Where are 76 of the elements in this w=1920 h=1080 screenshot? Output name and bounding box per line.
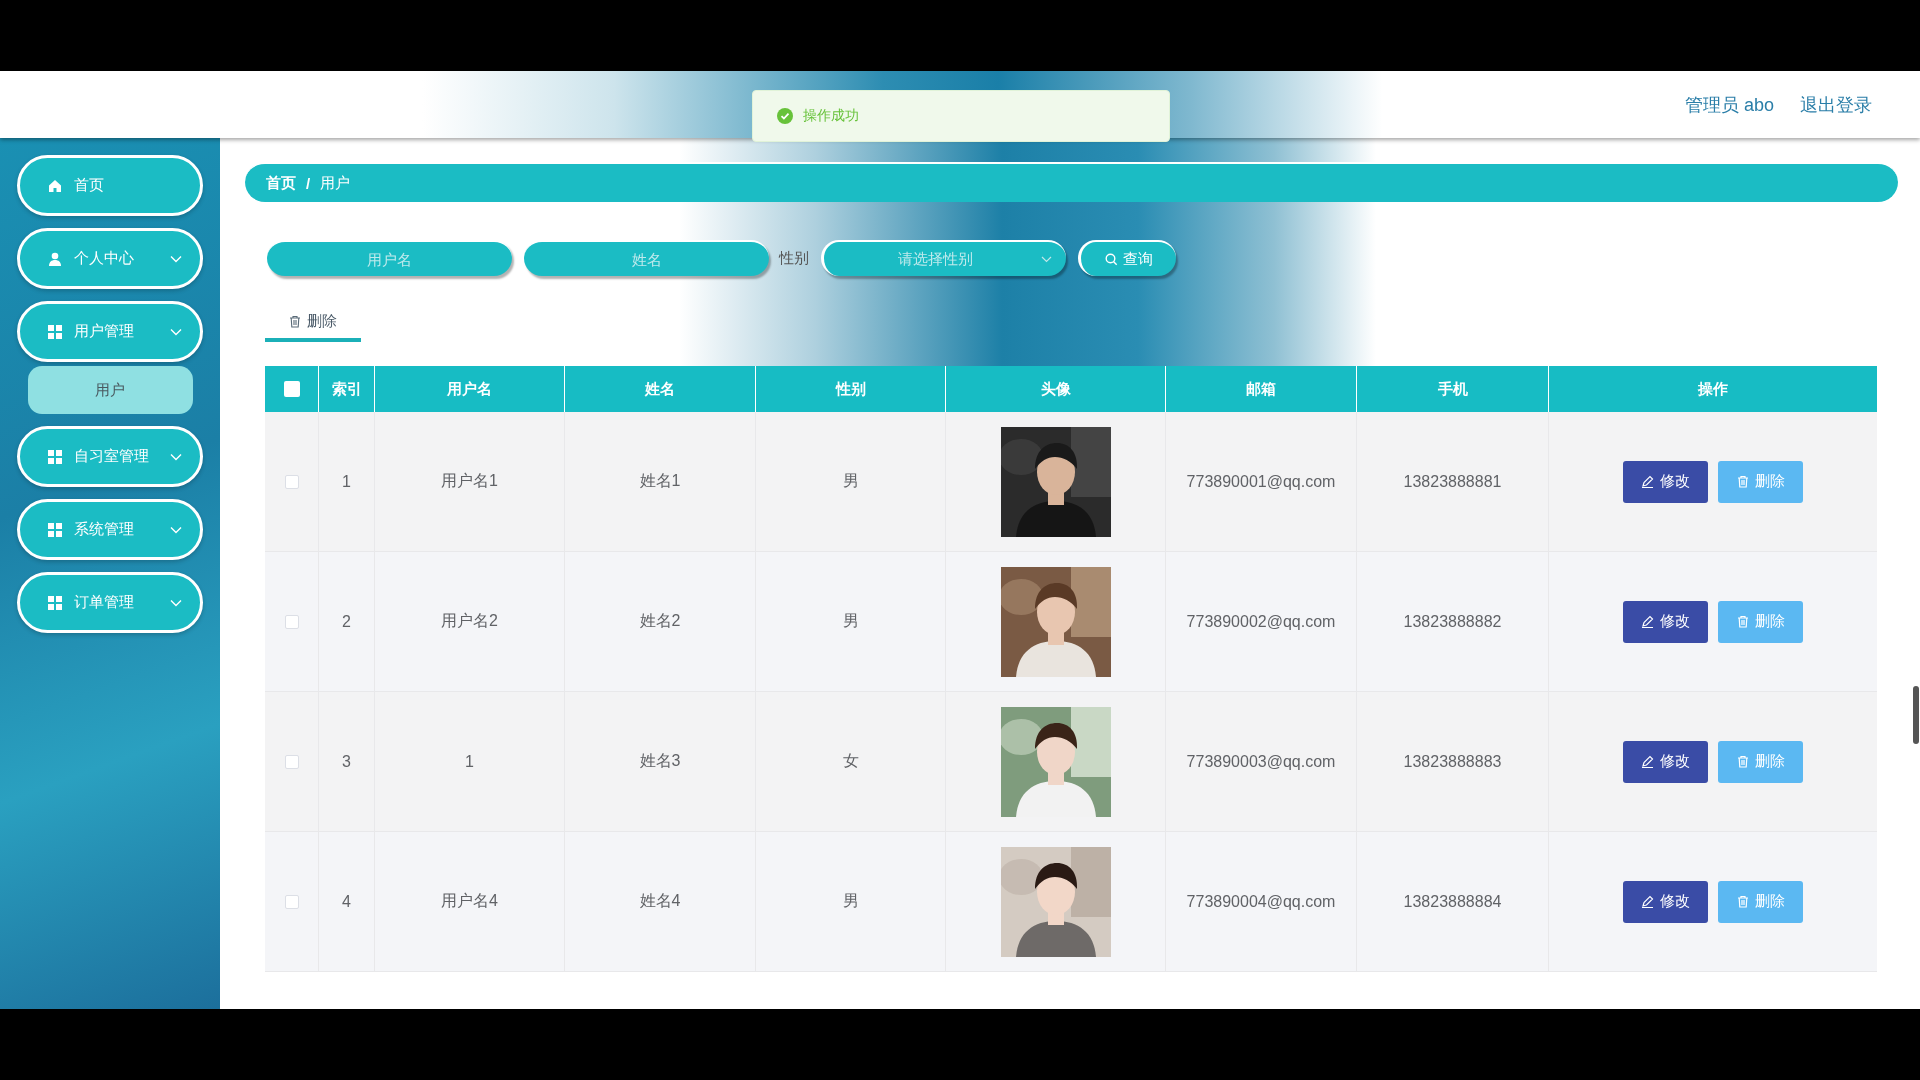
submenu-item[interactable]: 用户 [27, 366, 193, 414]
table-cell: 2 [342, 612, 351, 631]
pencil-icon [1641, 755, 1654, 768]
logout-link[interactable]: 退出登录 [1800, 92, 1872, 117]
breadcrumb-link[interactable]: 首页 [266, 173, 296, 193]
delete-button[interactable]: 删除 [1718, 880, 1803, 923]
table-cell: 13823888882 [1403, 612, 1502, 631]
table-cell: 773890004@qq.com [1186, 892, 1336, 911]
table-cell: 773890002@qq.com [1186, 612, 1336, 631]
row-checkbox[interactable] [284, 614, 299, 629]
pencil-icon [1641, 895, 1654, 908]
username-field[interactable]: 用户名 [267, 240, 512, 276]
edit-button[interactable]: 修改 [1623, 600, 1708, 643]
search-icon [1104, 252, 1118, 266]
grid-icon [48, 522, 62, 537]
trash-icon [1736, 755, 1749, 768]
table-cell: 4 [342, 892, 351, 911]
gender-select[interactable]: 请选择性别 [821, 240, 1066, 276]
grid-icon [48, 595, 62, 610]
breadcrumb-separator: / [306, 174, 311, 192]
sidebar-item[interactable]: 系统管理 [17, 499, 203, 560]
table-cell-text: 用户名1 [441, 471, 498, 491]
admin-name: 管理员 abo [1684, 93, 1774, 117]
trash-icon [1736, 615, 1749, 628]
user-icon [48, 251, 62, 266]
edit-button[interactable]: 修改 [1623, 740, 1708, 783]
table-cell: 1 [465, 752, 474, 771]
delete-button[interactable]: 删除 [1718, 460, 1803, 503]
row-checkbox[interactable] [284, 894, 299, 909]
check-circle-icon [777, 108, 793, 124]
table-cell: 773890003@qq.com [1186, 752, 1336, 771]
toast-message: 操作成功 [803, 107, 859, 125]
home-icon [48, 178, 62, 193]
row-checkbox[interactable] [284, 474, 299, 489]
table-cell-text: 男 [842, 611, 859, 631]
name-field[interactable]: 姓名 [524, 240, 769, 276]
scrollbar-thumb[interactable] [1913, 686, 1919, 744]
pencil-icon [1641, 615, 1654, 628]
sidebar-item[interactable]: 用户管理 [17, 301, 203, 362]
table-cell-text: 姓名4 [639, 891, 681, 911]
delete-button[interactable]: 删除 [1718, 740, 1803, 783]
table-cell-text: 姓名1 [639, 471, 681, 491]
table-cell-text: 男 [842, 891, 859, 911]
chevron-down-icon [1041, 256, 1052, 263]
delete-button[interactable]: 删除 [1718, 600, 1803, 643]
pencil-icon [1641, 475, 1654, 488]
trash-icon [1736, 475, 1749, 488]
table-cell: 773890001@qq.com [1186, 472, 1336, 491]
table-cell-text: 用户名2 [441, 611, 498, 631]
row-checkbox[interactable] [284, 754, 299, 769]
sidebar-item[interactable]: 首页 [17, 155, 203, 216]
table-cell: 1 [342, 472, 351, 491]
breadcrumb-link[interactable]: 用户 [320, 173, 351, 193]
table-cell-text: 女 [842, 751, 859, 771]
column-header: 操作 [1697, 378, 1729, 399]
table-cell-text: 用户名4 [441, 891, 498, 911]
sidebar-item[interactable]: 自习室管理 [17, 426, 203, 487]
table-cell-text: 男 [842, 471, 859, 491]
sidebar-item[interactable]: 订单管理 [17, 572, 203, 633]
search-button[interactable]: 查询 [1078, 240, 1176, 276]
trash-icon [1736, 895, 1749, 908]
sidebar-item[interactable]: 个人中心 [17, 228, 203, 289]
delete-button[interactable]: 删除 [265, 304, 361, 342]
gender-label: 性别 [779, 248, 809, 268]
trash-icon [289, 314, 301, 328]
edit-button[interactable]: 修改 [1623, 880, 1708, 923]
grid-icon [48, 449, 62, 464]
grid-icon [48, 324, 62, 339]
table-cell: 13823888883 [1403, 752, 1502, 771]
table-cell: 13823888884 [1403, 892, 1502, 911]
table-cell-text: 姓名3 [639, 751, 681, 771]
table-cell-text: 姓名2 [639, 611, 681, 631]
table-cell: 3 [342, 752, 351, 771]
table-cell: 13823888881 [1403, 472, 1502, 491]
select-all-checkbox[interactable] [283, 381, 300, 397]
edit-button[interactable]: 修改 [1623, 460, 1708, 503]
